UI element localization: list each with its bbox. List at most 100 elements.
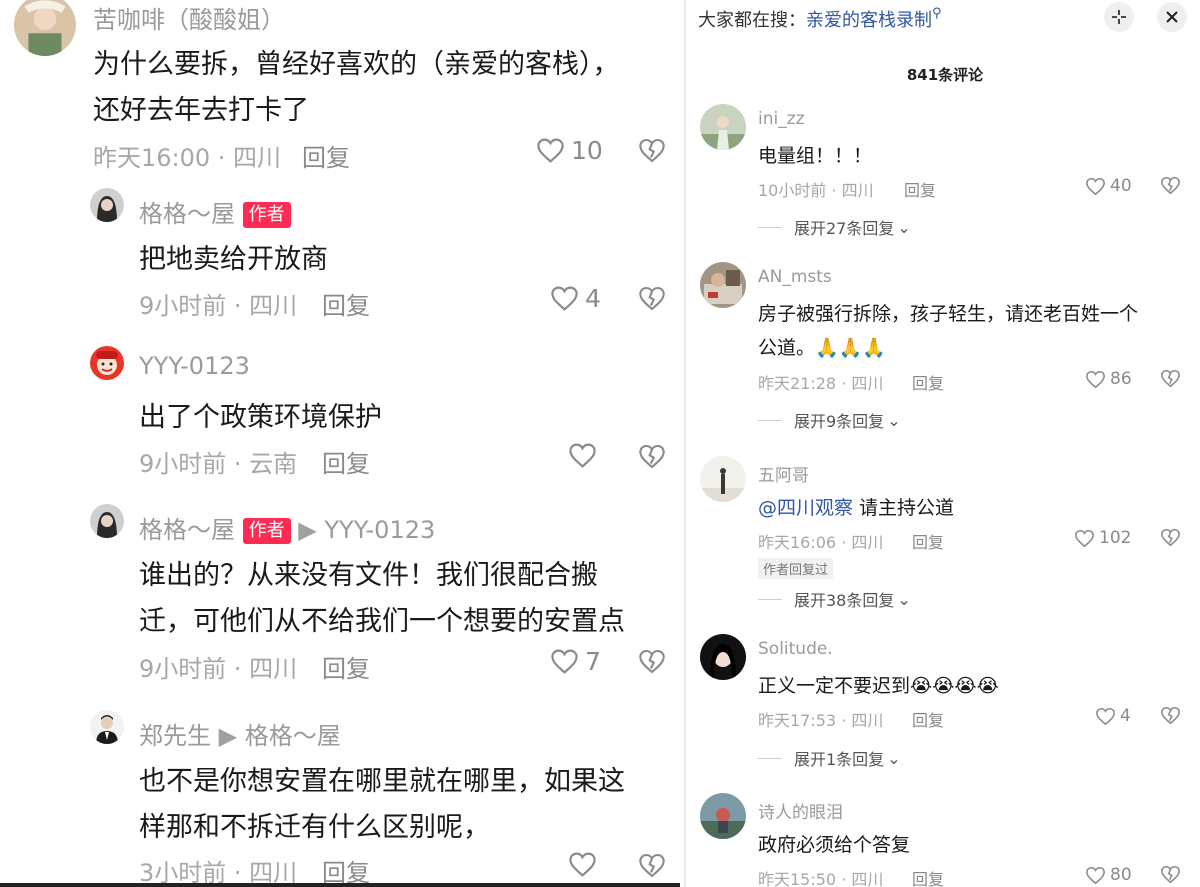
dislike-icon[interactable]	[638, 852, 666, 879]
reply-button[interactable]: 回复	[912, 370, 944, 394]
avatar[interactable]	[90, 710, 124, 744]
expand-line	[758, 419, 782, 421]
reply-button[interactable]: 回复	[912, 707, 944, 731]
comment-meta: 9小时前 · 四川	[139, 655, 298, 683]
expand-replies[interactable]: 展开38条回复 ⌄	[758, 587, 911, 611]
comment-author[interactable]: 郑先生	[139, 722, 211, 750]
search-query[interactable]: 亲爱的客栈录制	[806, 10, 932, 31]
chevron-down-icon: ⌄	[897, 589, 911, 609]
avatar[interactable]	[700, 104, 746, 150]
comment-author[interactable]: YYY-0123	[139, 352, 250, 380]
dislike-icon[interactable]	[638, 137, 666, 164]
comment-text: 还好去年去打卡了	[93, 95, 309, 126]
dislike-icon[interactable]	[1160, 865, 1181, 884]
mention-link[interactable]: @四川观察	[758, 497, 853, 519]
like-button[interactable]: 4	[1095, 706, 1131, 726]
comment-author-line: 格格～屋 作者 ▶ YYY-0123	[139, 510, 435, 545]
heart-icon	[551, 286, 578, 311]
dislike-icon[interactable]	[1160, 528, 1181, 547]
reply-button[interactable]: 回复	[912, 866, 944, 887]
heart-icon	[1075, 529, 1094, 547]
like-button[interactable]	[568, 851, 603, 878]
dislike-icon[interactable]	[1160, 706, 1181, 725]
avatar[interactable]	[700, 456, 746, 502]
expand-replies[interactable]: 展开9条回复 ⌄	[758, 408, 901, 432]
avatar[interactable]	[700, 793, 746, 839]
like-button[interactable]	[568, 442, 603, 469]
heart-icon	[569, 852, 596, 877]
close-button[interactable]	[1157, 2, 1187, 32]
like-count: 80	[1110, 865, 1132, 885]
search-suggestion[interactable]: 大家都在搜：亲爱的客栈录制⚲	[698, 6, 942, 32]
comment-text: 为什么要拆，曾经好喜欢的（亲爱的客栈），	[93, 49, 620, 80]
like-button[interactable]: 10	[536, 136, 603, 165]
avatar[interactable]	[700, 262, 746, 308]
avatar[interactable]	[90, 504, 124, 538]
comment-text-line: @四川观察 请主持公道	[758, 493, 954, 520]
author-badge: 作者	[242, 518, 291, 544]
collapse-icon	[1112, 10, 1126, 24]
comment-count: 841条评论	[906, 66, 984, 84]
avatar[interactable]	[90, 188, 124, 222]
expand-label: 展开27条回复	[794, 219, 895, 238]
comment-author[interactable]: Solitude.	[758, 639, 833, 659]
comment-meta: 昨天16:06 · 四川	[758, 533, 884, 552]
comment-meta: 3小时前 · 四川	[139, 859, 298, 887]
comment-author[interactable]: 格格～屋	[139, 200, 235, 228]
right-comment-panel: 大家都在搜：亲爱的客栈录制⚲ 841条评论 ini_zz 电量组！！！ 10小时…	[690, 0, 1200, 887]
reply-to-user[interactable]: YYY-0123	[324, 516, 435, 544]
dislike-icon[interactable]	[638, 443, 666, 470]
comment-text: 出了个政策环境保护	[139, 402, 382, 433]
reply-button[interactable]: 回复	[322, 649, 370, 684]
like-button[interactable]: 7	[550, 647, 601, 676]
heart-icon	[1096, 707, 1115, 725]
avatar[interactable]	[90, 346, 124, 380]
reply-arrow-icon: ▶	[218, 722, 238, 750]
search-icon: ⚲	[932, 6, 942, 21]
comment-author[interactable]: 苦咖啡（酸酸姐）	[93, 0, 285, 35]
heart-icon	[551, 649, 578, 674]
like-count: 10	[571, 136, 603, 165]
expand-line	[758, 226, 782, 228]
comment-meta: 昨天21:28 · 四川	[758, 374, 884, 393]
like-button[interactable]: 4	[550, 284, 601, 313]
like-button[interactable]: 40	[1085, 176, 1132, 196]
avatar[interactable]	[700, 634, 746, 680]
comment-text: 样那和不拆迁有什么区别呢，	[139, 812, 490, 843]
like-count: 7	[585, 647, 601, 676]
reply-button[interactable]: 回复	[322, 853, 370, 887]
comment-author[interactable]: AN_msts	[758, 267, 832, 287]
comment-author[interactable]: 五阿哥	[758, 461, 809, 486]
like-button[interactable]: 102	[1074, 528, 1131, 548]
left-comment-panel: 苦咖啡（酸酸姐） 为什么要拆，曾经好喜欢的（亲爱的客栈）， 还好去年去打卡了 昨…	[0, 0, 680, 887]
like-count: 40	[1110, 176, 1132, 196]
avatar[interactable]	[14, 0, 76, 56]
collapse-button[interactable]	[1104, 2, 1134, 32]
reply-button[interactable]: 回复	[302, 138, 350, 173]
comment-author-line: 郑先生 ▶ 格格～屋	[139, 716, 341, 751]
comment-author[interactable]: 诗人的眼泪	[758, 798, 843, 823]
dislike-icon[interactable]	[638, 285, 666, 312]
expand-replies[interactable]: 展开1条回复 ⌄	[758, 746, 901, 770]
heart-icon	[1086, 177, 1105, 195]
expand-label: 展开1条回复	[794, 750, 885, 769]
reply-button[interactable]: 回复	[904, 177, 936, 201]
like-button[interactable]: 86	[1085, 369, 1132, 389]
chevron-down-icon: ⌄	[897, 217, 911, 237]
heart-icon	[569, 443, 596, 468]
dislike-icon[interactable]	[1160, 369, 1181, 388]
comment-author[interactable]: 格格～屋	[139, 516, 235, 544]
expand-replies[interactable]: 展开27条回复 ⌄	[758, 215, 911, 239]
reply-button[interactable]: 回复	[322, 444, 370, 479]
chevron-down-icon: ⌄	[887, 410, 901, 430]
comment-author[interactable]: ini_zz	[758, 109, 805, 129]
dislike-icon[interactable]	[1160, 176, 1181, 195]
reply-button[interactable]: 回复	[322, 286, 370, 321]
dislike-icon[interactable]	[638, 648, 666, 675]
reply-button[interactable]: 回复	[912, 529, 944, 553]
like-count: 4	[1120, 706, 1131, 726]
reply-to-user[interactable]: 格格～屋	[245, 722, 341, 750]
like-button[interactable]: 80	[1085, 865, 1132, 885]
comment-text: 迁，可他们从不给我们一个想要的安置点	[139, 606, 625, 637]
comment-text: 房子被强行拆除，孩子轻生，请还老百姓一个	[758, 303, 1139, 325]
